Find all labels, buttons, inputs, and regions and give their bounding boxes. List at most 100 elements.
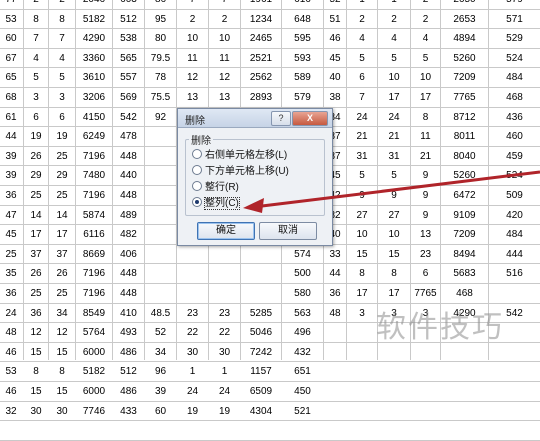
table-cell[interactable]: 450 bbox=[282, 382, 323, 401]
table-cell[interactable]: 27 bbox=[347, 206, 377, 225]
radio-icon[interactable] bbox=[192, 165, 202, 176]
table-cell[interactable]: 2046 bbox=[76, 0, 112, 9]
table-cell[interactable]: 489 bbox=[113, 206, 144, 225]
table-cell[interactable]: 8 bbox=[378, 264, 410, 283]
table-cell[interactable]: 95 bbox=[145, 10, 176, 29]
table-cell[interactable]: 3 bbox=[347, 304, 377, 323]
table-cell[interactable]: 3 bbox=[24, 88, 48, 107]
table-cell[interactable]: 486 bbox=[113, 343, 144, 362]
table-cell[interactable]: 4150 bbox=[76, 108, 112, 127]
table-cell[interactable]: 448 bbox=[113, 186, 144, 205]
table-cell[interactable]: 7196 bbox=[76, 186, 112, 205]
table-cell[interactable]: 1 bbox=[378, 0, 410, 9]
table-cell[interactable]: 7196 bbox=[76, 147, 112, 166]
table-cell[interactable]: 2893 bbox=[241, 88, 281, 107]
table-cell[interactable]: 7196 bbox=[76, 284, 112, 303]
table-cell[interactable]: 14 bbox=[24, 206, 48, 225]
table-cell[interactable]: 5046 bbox=[241, 323, 281, 342]
table-cell[interactable]: 509 bbox=[489, 186, 540, 205]
table-cell[interactable]: 17 bbox=[24, 225, 48, 244]
table-cell[interactable]: 40 bbox=[324, 68, 346, 87]
table-cell[interactable]: 406 bbox=[113, 245, 144, 264]
table-cell[interactable]: 7196 bbox=[76, 264, 112, 283]
table-cell[interactable]: 593 bbox=[282, 49, 323, 68]
table-cell[interactable]: 22 bbox=[209, 323, 240, 342]
table-cell[interactable]: 6472 bbox=[441, 186, 488, 205]
table-cell[interactable]: 2650 bbox=[441, 0, 488, 9]
table-cell[interactable]: 4894 bbox=[441, 29, 488, 48]
table-cell[interactable]: 459 bbox=[489, 147, 540, 166]
option-shift-up[interactable]: 下方单元格上移(U) bbox=[192, 165, 289, 179]
table-cell[interactable]: 8011 bbox=[441, 127, 488, 146]
table-cell[interactable]: 11 bbox=[209, 49, 240, 68]
table-cell[interactable]: 80 bbox=[145, 29, 176, 48]
table-cell[interactable]: 5182 bbox=[76, 10, 112, 29]
table-cell[interactable]: 30 bbox=[24, 402, 48, 421]
table-cell[interactable]: 6000 bbox=[76, 382, 112, 401]
table-cell[interactable]: 30 bbox=[177, 343, 208, 362]
table-cell[interactable]: 6509 bbox=[241, 382, 281, 401]
table-cell[interactable]: 44 bbox=[324, 264, 346, 283]
table-cell[interactable]: 557 bbox=[113, 68, 144, 87]
table-cell[interactable]: 5285 bbox=[241, 304, 281, 323]
table-cell[interactable]: 36 bbox=[24, 304, 48, 323]
table-cell[interactable]: 2 bbox=[347, 10, 377, 29]
table-cell[interactable]: 5 bbox=[378, 166, 410, 185]
table-cell[interactable]: 9 bbox=[378, 186, 410, 205]
table-cell[interactable]: 7 bbox=[24, 29, 48, 48]
table-cell[interactable]: 12 bbox=[24, 323, 48, 342]
table-cell[interactable]: 34 bbox=[49, 304, 75, 323]
table-cell[interactable]: 23 bbox=[209, 304, 240, 323]
table-cell[interactable]: 569 bbox=[113, 88, 144, 107]
table-cell[interactable]: 65 bbox=[0, 68, 23, 87]
table-cell[interactable]: 8669 bbox=[76, 245, 112, 264]
table-cell[interactable]: 68 bbox=[0, 88, 23, 107]
table-cell[interactable]: 484 bbox=[489, 225, 540, 244]
table-cell[interactable]: 9 bbox=[411, 206, 440, 225]
table-cell[interactable]: 10 bbox=[177, 29, 208, 48]
table-cell[interactable]: 448 bbox=[113, 284, 144, 303]
table-cell[interactable]: 579 bbox=[489, 0, 540, 9]
table-cell[interactable]: 24 bbox=[378, 108, 410, 127]
table-cell[interactable]: 8494 bbox=[441, 245, 488, 264]
table-cell[interactable]: 17 bbox=[378, 88, 410, 107]
table-cell[interactable]: 512 bbox=[113, 10, 144, 29]
table-cell[interactable]: 92 bbox=[145, 108, 176, 127]
table-cell[interactable]: 48 bbox=[0, 323, 23, 342]
table-cell[interactable]: 5260 bbox=[441, 49, 488, 68]
table-cell[interactable]: 6 bbox=[347, 68, 377, 87]
table-cell[interactable]: 10 bbox=[209, 29, 240, 48]
table-cell[interactable]: 8040 bbox=[441, 147, 488, 166]
table-cell[interactable]: 25 bbox=[24, 186, 48, 205]
table-cell[interactable]: 29 bbox=[49, 166, 75, 185]
table-cell[interactable]: 53 bbox=[0, 10, 23, 29]
table-cell[interactable]: 5260 bbox=[441, 166, 488, 185]
table-cell[interactable]: 5 bbox=[24, 68, 48, 87]
table-cell[interactable]: 3206 bbox=[76, 88, 112, 107]
table-cell[interactable]: 6 bbox=[49, 108, 75, 127]
table-cell[interactable]: 1 bbox=[177, 362, 208, 381]
table-cell[interactable]: 53 bbox=[0, 362, 23, 381]
table-cell[interactable]: 9 bbox=[411, 186, 440, 205]
table-cell[interactable]: 4 bbox=[378, 29, 410, 48]
table-cell[interactable]: 8 bbox=[24, 362, 48, 381]
table-cell[interactable]: 1961 bbox=[241, 0, 281, 9]
table-cell[interactable]: 19 bbox=[177, 402, 208, 421]
table-cell[interactable]: 524 bbox=[489, 49, 540, 68]
table-cell[interactable]: 10 bbox=[347, 225, 377, 244]
table-cell[interactable]: 14 bbox=[49, 206, 75, 225]
table-cell[interactable]: 8 bbox=[411, 108, 440, 127]
table-cell[interactable]: 37 bbox=[49, 245, 75, 264]
table-cell[interactable]: 15 bbox=[49, 343, 75, 362]
table-cell[interactable]: 26 bbox=[24, 264, 48, 283]
table-cell[interactable]: 46 bbox=[0, 382, 23, 401]
table-cell[interactable]: 524 bbox=[489, 166, 540, 185]
table-cell[interactable]: 60 bbox=[145, 402, 176, 421]
table-cell[interactable]: 46 bbox=[324, 29, 346, 48]
table-cell[interactable]: 5 bbox=[347, 166, 377, 185]
cancel-button[interactable]: 取消 bbox=[259, 222, 317, 240]
table-cell[interactable]: 512 bbox=[113, 362, 144, 381]
table-cell[interactable]: 67 bbox=[0, 49, 23, 68]
table-cell[interactable]: 11 bbox=[411, 127, 440, 146]
table-cell[interactable]: 542 bbox=[113, 108, 144, 127]
